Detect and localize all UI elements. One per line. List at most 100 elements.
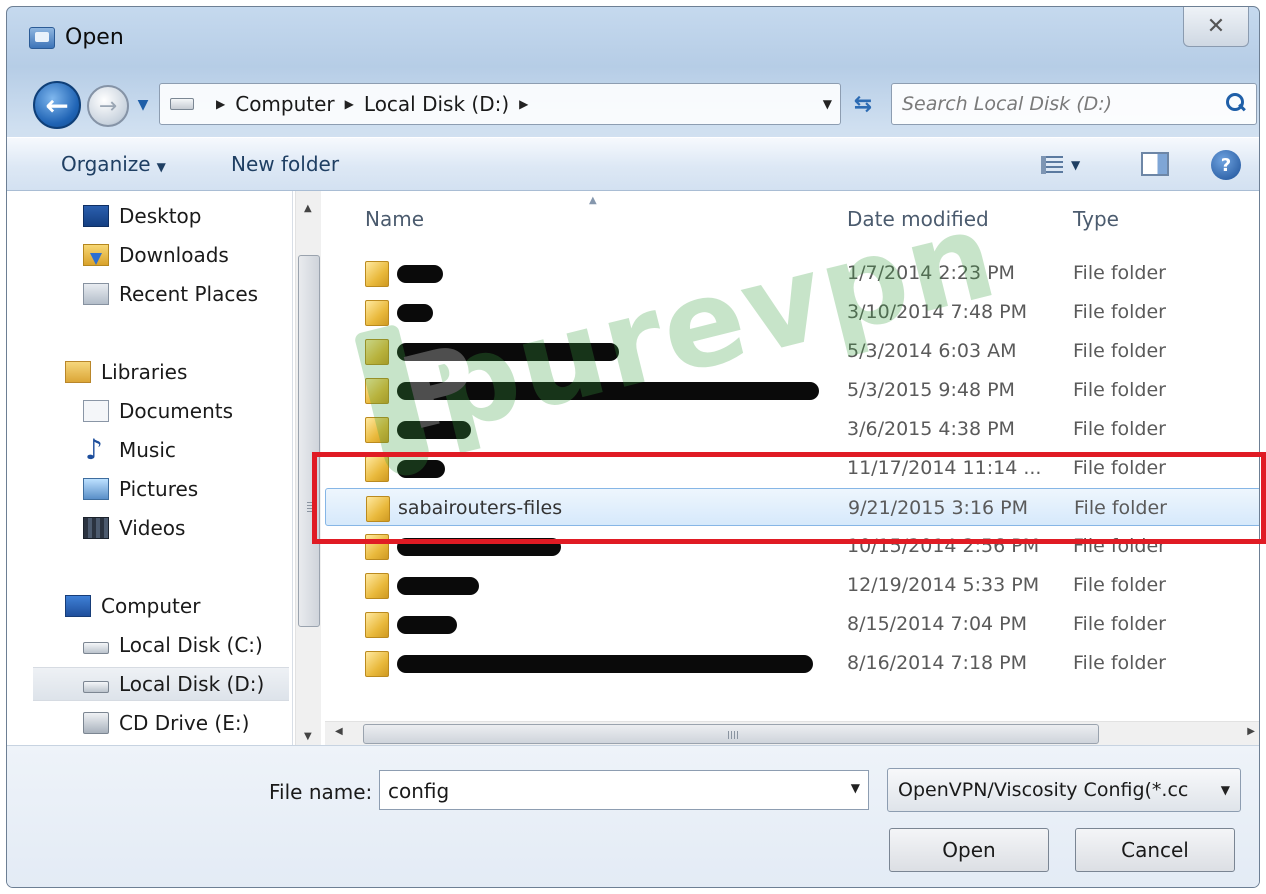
organize-menu[interactable]: Organize ▼ — [61, 152, 166, 176]
redacted-file-name — [397, 538, 561, 556]
table-row[interactable]: 8/15/2014 7:04 PM File folder — [325, 605, 1259, 643]
desktop-icon — [83, 205, 109, 227]
sidebar-item-computer[interactable]: Computer — [65, 589, 289, 623]
new-folder-button[interactable]: New folder — [231, 152, 339, 176]
file-name-input[interactable] — [388, 777, 828, 805]
sidebar-item-recent-places[interactable]: Recent Places — [83, 277, 289, 311]
table-row[interactable]: 3/10/2014 7:48 PM File folder — [325, 293, 1259, 331]
drive-icon — [83, 642, 109, 654]
scroll-right-icon[interactable]: ▶ — [1247, 726, 1255, 737]
file-name-label: File name: — [269, 780, 373, 804]
open-dialog-icon — [29, 27, 55, 49]
scroll-left-icon[interactable]: ◀ — [335, 726, 343, 737]
cancel-button[interactable]: Cancel — [1075, 828, 1235, 872]
downloads-icon — [83, 244, 109, 266]
sidebar-item-libraries[interactable]: Libraries — [65, 355, 289, 389]
sidebar-item-local-disk-c[interactable]: Local Disk (C:) — [83, 628, 289, 662]
change-view-button[interactable]: ▼ — [1041, 154, 1101, 176]
folder-icon — [365, 378, 389, 404]
table-row[interactable]: 10/15/2014 2:56 PM File folder — [325, 527, 1259, 565]
sort-ascending-icon: ▲ — [589, 195, 597, 206]
drive-icon — [83, 681, 109, 693]
address-bar[interactable]: ▶ Computer ▶ Local Disk (D:) ▶ ▼ — [159, 83, 841, 125]
sidebar-item-label: Local Disk (C:) — [119, 633, 263, 657]
table-row[interactable]: 5/3/2015 9:48 PM File folder — [325, 371, 1259, 409]
navigation-pane-scrollbar[interactable]: ▲ ▼ — [295, 191, 321, 745]
column-header-name[interactable]: Name — [365, 207, 424, 231]
sidebar-item-downloads[interactable]: Downloads — [83, 238, 289, 272]
column-header-date-modified[interactable]: Date modified — [847, 207, 989, 231]
table-row[interactable]: 1/7/2014 2:23 PM File folder — [325, 254, 1259, 292]
sidebar-item-label: Videos — [119, 516, 186, 540]
file-type: File folder — [1073, 262, 1166, 284]
sidebar-item-local-disk-d[interactable]: Local Disk (D:) — [33, 667, 289, 701]
search-box[interactable] — [891, 83, 1257, 125]
content-area: Desktop Downloads Recent Places Librarie… — [7, 191, 1259, 745]
open-button[interactable]: Open — [889, 828, 1049, 872]
sidebar-item-documents[interactable]: Documents — [83, 394, 289, 428]
column-header-type[interactable]: Type — [1073, 207, 1119, 231]
scroll-down-icon[interactable]: ▼ — [304, 731, 312, 742]
scrollbar-thumb[interactable] — [363, 724, 1099, 744]
sidebar-item-cd-drive-e[interactable]: CD Drive (E:) — [83, 706, 289, 740]
sidebar-item-pictures[interactable]: Pictures — [83, 472, 289, 506]
file-list-horizontal-scrollbar[interactable]: ◀ ▶ — [325, 721, 1259, 745]
back-button[interactable]: ← — [33, 81, 81, 129]
music-icon — [83, 433, 109, 466]
cd-drive-icon — [83, 712, 109, 734]
drive-icon — [170, 98, 194, 110]
chevron-down-icon[interactable]: ▼ — [851, 781, 860, 795]
sidebar-item-label: Recent Places — [119, 282, 259, 306]
file-type: File folder — [1073, 652, 1166, 674]
file-date: 8/15/2014 7:04 PM — [847, 613, 1028, 635]
open-dialog: Open ✕ ← → ▼ ▶ Computer ▶ Local Disk (D:… — [6, 6, 1260, 888]
search-icon[interactable] — [1226, 93, 1246, 113]
close-button[interactable]: ✕ — [1183, 7, 1249, 47]
refresh-button[interactable]: ⇆ — [843, 83, 883, 125]
breadcrumb-separator-icon[interactable]: ▶ — [216, 97, 225, 111]
breadcrumb-computer[interactable]: Computer — [235, 92, 334, 116]
table-row[interactable]: 12/19/2014 5:33 PM File folder — [325, 566, 1259, 604]
file-type: File folder — [1073, 379, 1166, 401]
sidebar-item-desktop[interactable]: Desktop — [83, 199, 289, 233]
search-input[interactable] — [902, 90, 1212, 118]
sidebar-item-music[interactable]: Music — [83, 433, 289, 467]
table-row[interactable]: 11/17/2014 11:14 ... File folder — [325, 449, 1259, 487]
sidebar-item-label: Local Disk (D:) — [119, 672, 265, 696]
breadcrumb-local-disk-d[interactable]: Local Disk (D:) — [364, 92, 509, 116]
folder-icon — [365, 456, 389, 482]
recent-locations-button[interactable]: ▼ — [133, 95, 153, 115]
refresh-icon: ⇆ — [853, 91, 873, 117]
command-bar: Organize ▼ New folder ▼ ? — [7, 137, 1259, 191]
table-row[interactable]: 8/16/2014 7:18 PM File folder — [325, 644, 1259, 682]
table-row[interactable]: 3/6/2015 4:38 PM File folder — [325, 410, 1259, 448]
pictures-icon — [83, 478, 109, 500]
scrollbar-thumb[interactable] — [298, 255, 320, 627]
file-type: File folder — [1074, 497, 1167, 519]
folder-icon — [365, 573, 389, 599]
chevron-down-icon: ▼ — [1071, 158, 1081, 172]
file-type-filter-select[interactable]: OpenVPN/Viscosity Config(*.cc ▼ — [887, 768, 1241, 812]
file-type: File folder — [1073, 535, 1166, 557]
title-bar: Open ✕ — [7, 7, 1259, 67]
folder-icon — [365, 417, 389, 443]
file-type: File folder — [1073, 340, 1166, 362]
file-date: 5/3/2015 9:48 PM — [847, 379, 1015, 401]
scroll-up-icon[interactable]: ▲ — [304, 203, 312, 214]
file-date: 5/3/2014 6:03 AM — [847, 340, 1017, 362]
breadcrumb-separator-icon[interactable]: ▶ — [345, 97, 354, 111]
breadcrumb-separator-icon[interactable]: ▶ — [519, 97, 528, 111]
close-icon: ✕ — [1206, 14, 1226, 39]
file-date: 3/6/2015 4:38 PM — [847, 418, 1015, 440]
forward-button[interactable]: → — [87, 85, 129, 127]
redacted-file-name — [397, 304, 433, 322]
address-dropdown-icon[interactable]: ▼ — [823, 97, 832, 111]
folder-icon — [365, 534, 389, 560]
table-row-selected[interactable]: sabairouters-files 9/21/2015 3:16 PM Fil… — [325, 488, 1259, 526]
preview-pane-icon[interactable] — [1141, 152, 1169, 176]
sidebar-item-videos[interactable]: Videos — [83, 511, 289, 545]
help-icon[interactable]: ? — [1211, 150, 1241, 180]
computer-icon — [65, 595, 91, 617]
table-row[interactable]: 5/3/2014 6:03 AM File folder — [325, 332, 1259, 370]
file-name-combobox[interactable]: ▼ — [379, 770, 869, 810]
